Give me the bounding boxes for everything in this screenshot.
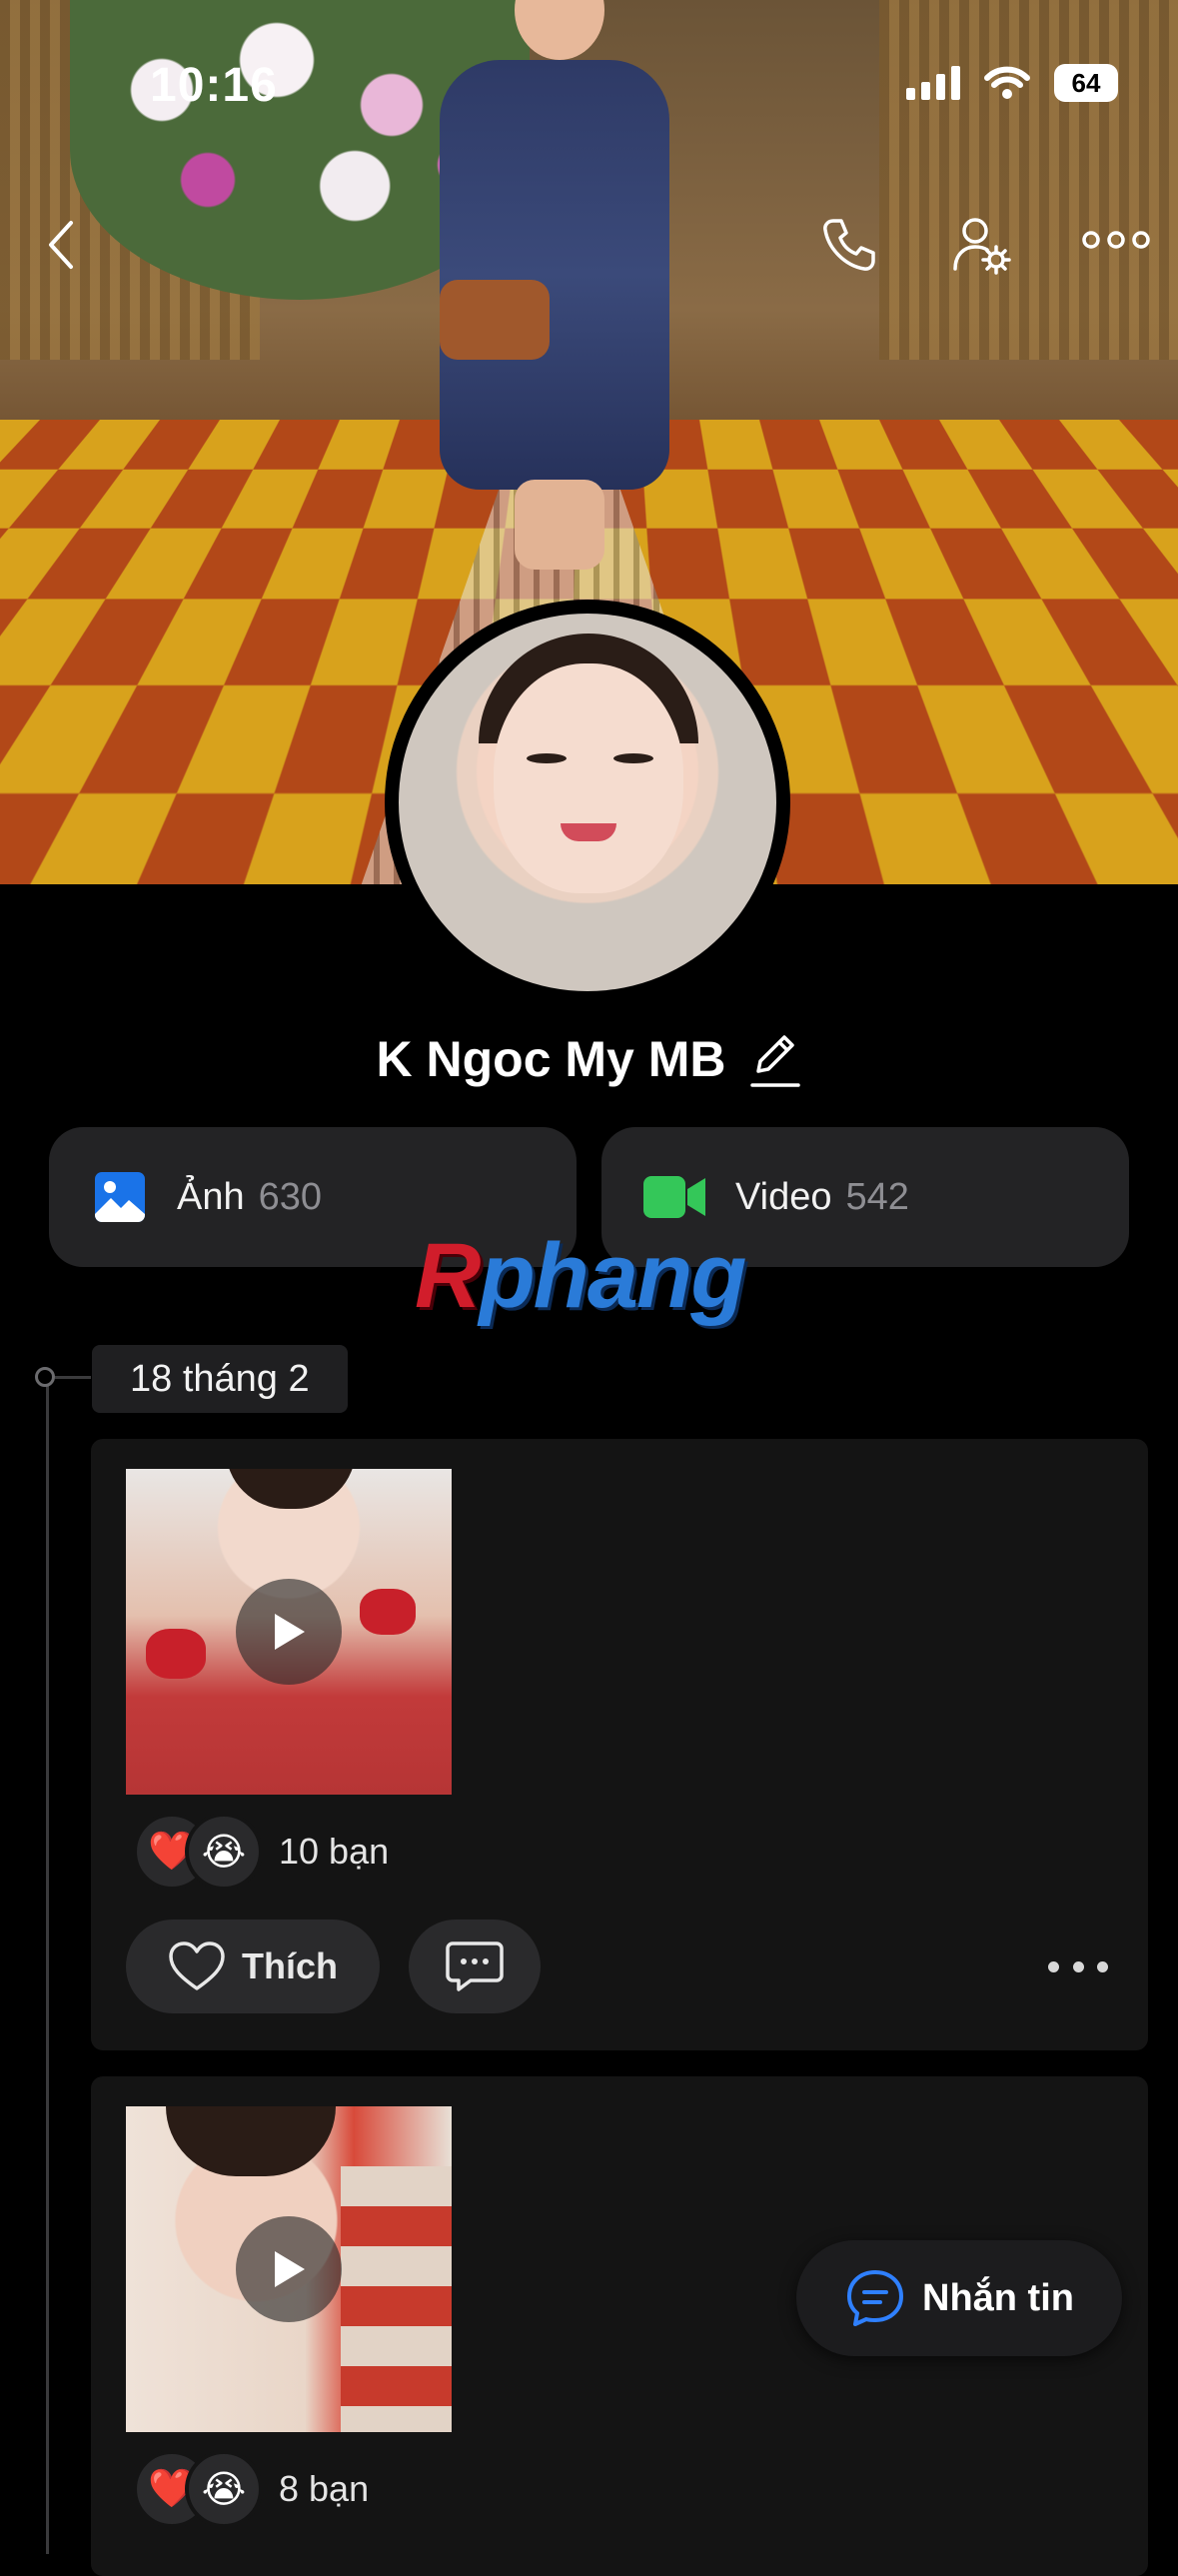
cover-wall-right bbox=[879, 0, 1178, 360]
post-more-button[interactable] bbox=[1048, 1946, 1108, 1986]
profile-name-row: K Ngoc My MB bbox=[0, 1029, 1178, 1089]
timeline-date: 18 tháng 2 bbox=[92, 1345, 348, 1413]
comment-icon bbox=[446, 1941, 504, 1991]
timeline-tick bbox=[55, 1376, 91, 1379]
avatar-photo bbox=[399, 614, 776, 991]
play-button[interactable] bbox=[236, 2216, 342, 2322]
photos-label: Ảnh bbox=[177, 1175, 245, 1218]
timeline-line bbox=[46, 1377, 49, 2554]
cover-person bbox=[420, 0, 699, 570]
crying-reaction: 😭 bbox=[185, 1813, 263, 1891]
like-label: Thích bbox=[242, 1945, 338, 1986]
edit-icon[interactable] bbox=[748, 1029, 802, 1089]
more-button[interactable] bbox=[1071, 200, 1161, 280]
message-button[interactable]: Nhắn tin bbox=[796, 2240, 1122, 2356]
profile-settings-button[interactable] bbox=[941, 205, 1021, 285]
video-thumbnail[interactable] bbox=[126, 1469, 452, 1795]
play-icon bbox=[275, 2251, 305, 2287]
battery-icon: 64 bbox=[1054, 64, 1118, 102]
phone-icon bbox=[823, 219, 875, 271]
signal-icon bbox=[906, 66, 960, 100]
timeline-dot bbox=[35, 1367, 55, 1387]
profile-name: K Ngoc My MB bbox=[376, 1031, 726, 1087]
call-button[interactable] bbox=[809, 205, 889, 285]
play-button[interactable] bbox=[236, 1579, 342, 1685]
watermark: Rphang bbox=[415, 1225, 746, 1327]
reaction-count: 8 bạn bbox=[279, 2468, 370, 2509]
photos-count: 630 bbox=[258, 1175, 323, 1218]
message-label: Nhắn tin bbox=[922, 2276, 1074, 2319]
video-icon bbox=[643, 1176, 705, 1218]
photo-icon bbox=[95, 1172, 145, 1222]
videos-label: Video bbox=[735, 1175, 832, 1218]
crying-reaction: 😭 bbox=[185, 2450, 263, 2528]
back-button[interactable] bbox=[20, 205, 100, 285]
reaction-count: 10 bạn bbox=[279, 1831, 390, 1872]
avatar[interactable] bbox=[385, 600, 790, 1005]
reactions-row[interactable]: ❤️ 😭 8 bạn bbox=[133, 2450, 369, 2528]
video-thumbnail[interactable] bbox=[126, 2106, 452, 2432]
heart-icon bbox=[169, 1941, 225, 1990]
post-card: ❤️ 😭 10 bạn Thích bbox=[91, 1439, 1148, 2050]
play-icon bbox=[275, 1614, 305, 1650]
user-settings-icon bbox=[953, 218, 1011, 275]
like-button[interactable]: Thích bbox=[126, 1920, 380, 2013]
status-icons: 64 bbox=[906, 64, 1118, 102]
message-icon bbox=[847, 2270, 903, 2326]
more-icon bbox=[1082, 231, 1150, 249]
comment-button[interactable] bbox=[409, 1920, 541, 2013]
reactions-row[interactable]: ❤️ 😭 10 bạn bbox=[133, 1813, 389, 1891]
back-icon bbox=[49, 221, 73, 269]
videos-count: 542 bbox=[845, 1175, 909, 1218]
wifi-icon bbox=[984, 66, 1030, 99]
status-time: 10:16 bbox=[150, 59, 278, 112]
